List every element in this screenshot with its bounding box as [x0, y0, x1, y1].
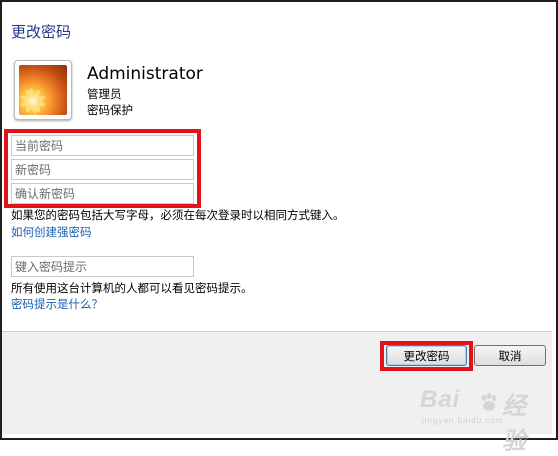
watermark-text-2: 经验 [502, 393, 527, 455]
avatar [14, 60, 72, 120]
change-password-highlight [380, 341, 473, 371]
case-sensitivity-note: 如果您的密码包括大写字母，必须在每次登录时以相同方式键入。 [11, 208, 345, 222]
password-fields-highlight [4, 129, 201, 208]
user-role: 管理员 [87, 87, 122, 101]
cancel-button[interactable]: 取消 [474, 345, 546, 366]
strong-password-link[interactable]: 如何创建强密码 [11, 224, 92, 240]
password-hint-help-link[interactable]: 密码提示是什么？ [11, 296, 103, 312]
baidu-watermark: Bai 经验 jingyan.baidu.com [420, 386, 548, 455]
watermark-text: Bai [420, 386, 461, 413]
hint-visibility-note: 所有使用这台计算机的人都可以看见密码提示。 [11, 281, 253, 295]
user-name: Administrator [87, 64, 203, 84]
flower-picture-icon [19, 65, 67, 115]
paw-icon [481, 393, 497, 411]
password-hint-input[interactable] [11, 256, 194, 277]
watermark-url: jingyan.baidu.com [422, 416, 504, 425]
password-protection-status: 密码保护 [87, 103, 133, 117]
dialog-title: 更改密码 [11, 23, 72, 41]
